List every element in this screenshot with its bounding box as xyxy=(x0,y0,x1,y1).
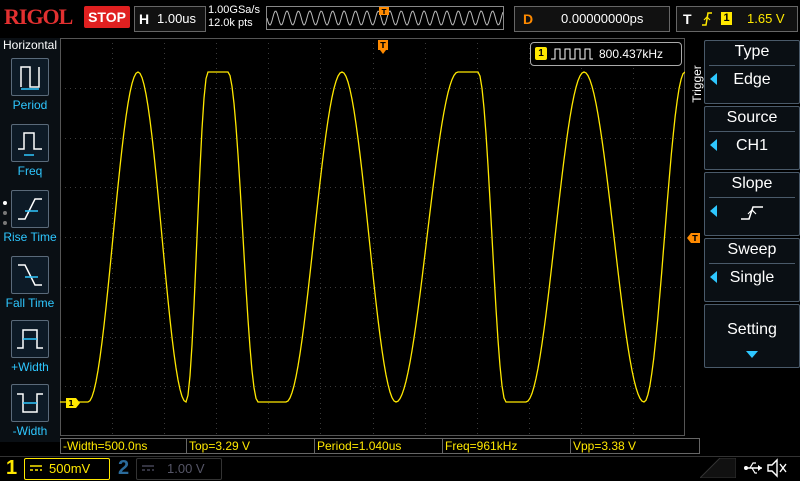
ch1-ground-marker-label: 1 xyxy=(68,399,74,408)
trigger-source-button[interactable]: Source CH1 xyxy=(704,106,800,170)
measure-pos-width-button[interactable]: +Width xyxy=(0,320,60,382)
ch2-number[interactable]: 2 xyxy=(118,457,134,479)
trigger-channel-badge: 1 xyxy=(721,12,732,25)
trigger-sweep-title: Sweep xyxy=(727,241,777,258)
frequency-counter: 1 800.437kHz xyxy=(530,42,682,66)
rising-edge-icon xyxy=(702,12,712,26)
memory-overview-strip[interactable]: T xyxy=(266,6,504,30)
divider xyxy=(709,263,795,264)
counter-value: 800.437kHz xyxy=(599,47,664,61)
period-label: Period xyxy=(12,98,48,112)
rising-slope-icon xyxy=(741,206,763,220)
trigger-level-marker-label: T xyxy=(692,234,698,243)
pos-width-icon xyxy=(11,320,49,358)
horizontal-scale-value: 1.00us xyxy=(157,11,197,26)
measurement-vpp[interactable]: Vpp=3.38 V xyxy=(570,438,700,454)
rise-time-icon xyxy=(11,190,49,228)
freq-label: Freq xyxy=(17,164,43,178)
trigger-type-title: Type xyxy=(734,43,770,60)
acquisition-info: 1.00GSa/s 12.0k pts xyxy=(208,4,268,32)
dc-coupling-icon xyxy=(142,465,154,471)
measure-freq-button[interactable]: Freq xyxy=(0,124,60,186)
freq-icon xyxy=(11,124,49,162)
corner-decoration xyxy=(700,458,736,478)
ch1-number[interactable]: 1 xyxy=(6,457,22,479)
measurement-period[interactable]: Period=1.040us xyxy=(314,438,444,454)
measure-period-button[interactable]: Period xyxy=(0,58,60,120)
horizontal-key: H xyxy=(139,11,150,27)
dc-coupling-icon xyxy=(30,465,42,471)
ch1-waveform xyxy=(60,71,686,404)
left-arrow-icon xyxy=(710,205,717,217)
trigger-key: T xyxy=(683,11,692,27)
measure-neg-width-button[interactable]: -Width xyxy=(0,384,60,446)
waveform-display[interactable]: T 1 xyxy=(60,38,686,436)
speaker-muted-icon[interactable] xyxy=(766,458,788,478)
divider xyxy=(709,65,795,66)
ch1-ground-marker: 1 xyxy=(66,398,80,408)
pos-width-label: +Width xyxy=(11,360,49,374)
measure-fall-time-button[interactable]: Fall Time xyxy=(0,256,60,318)
ch2-scale-box[interactable]: 1.00 V xyxy=(136,458,222,480)
trigger-level-marker: T xyxy=(687,233,700,243)
trigger-source-title: Source xyxy=(726,109,778,126)
sample-rate: 1.00GSa/s xyxy=(208,4,260,16)
usb-icon xyxy=(744,462,762,474)
neg-width-label: -Width xyxy=(12,424,48,438)
memory-depth: 12.0k pts xyxy=(208,17,253,29)
brand-logo: RIGOL xyxy=(4,4,73,29)
delay-key: D xyxy=(523,11,534,27)
trigger-setting-button[interactable]: Setting xyxy=(704,304,800,368)
measure-rise-time-button[interactable]: Rise Time xyxy=(0,190,60,252)
trigger-slope-button[interactable]: Slope xyxy=(704,172,800,236)
divider xyxy=(709,131,795,132)
trigger-status-box[interactable]: T 1 1.65 V xyxy=(676,6,798,32)
fall-time-label: Fall Time xyxy=(5,296,55,310)
trigger-sweep-button[interactable]: Sweep Single xyxy=(704,238,800,302)
trigger-type-value: Edge xyxy=(733,71,771,88)
measurement-freq[interactable]: Freq=961kHz xyxy=(442,438,572,454)
measurement-neg-width[interactable]: -Width=500.0ns xyxy=(60,438,188,454)
counter-channel-badge: 1 xyxy=(535,47,547,60)
waveform-graticule: T 1 xyxy=(60,38,686,436)
trigger-level: 1.65 V xyxy=(747,11,785,26)
fall-time-icon xyxy=(11,256,49,294)
run-stop-status[interactable]: STOP xyxy=(84,6,130,28)
trigger-source-value: CH1 xyxy=(735,137,768,154)
trigger-sweep-value: Single xyxy=(729,269,775,286)
trigger-slope-title: Slope xyxy=(731,175,773,192)
chevron-down-icon xyxy=(746,351,758,358)
memory-waveform-preview: T xyxy=(266,7,504,26)
left-menu-title: Horizontal xyxy=(2,38,58,52)
horizontal-scale-box[interactable]: H 1.00us xyxy=(134,6,206,32)
pulse-train-icon xyxy=(551,48,593,60)
measurement-top[interactable]: Top=3.29 V xyxy=(186,438,316,454)
trigger-position-label: T xyxy=(382,8,387,16)
divider xyxy=(709,197,795,198)
trigger-time-marker: T xyxy=(378,40,388,54)
trigger-menu-tab-label: Trigger xyxy=(690,65,704,103)
trigger-time-marker-label: T xyxy=(380,41,386,50)
measurement-bar: -Width=500.0ns Top=3.29 V Period=1.040us… xyxy=(60,438,700,454)
ch2-scale-value: 1.00 V xyxy=(167,461,205,476)
rise-time-label: Rise Time xyxy=(3,230,57,244)
ch1-scale-value: 500mV xyxy=(49,461,91,476)
ch1-scale-box[interactable]: 500mV xyxy=(24,458,110,480)
period-icon xyxy=(11,58,49,96)
delay-box[interactable]: D 0.00000000ps xyxy=(514,6,670,32)
trigger-setting-title: Setting xyxy=(727,321,777,338)
trigger-type-button[interactable]: Type Edge xyxy=(704,40,800,104)
neg-width-icon xyxy=(11,384,49,422)
delay-value: 0.00000000ps xyxy=(561,11,644,26)
